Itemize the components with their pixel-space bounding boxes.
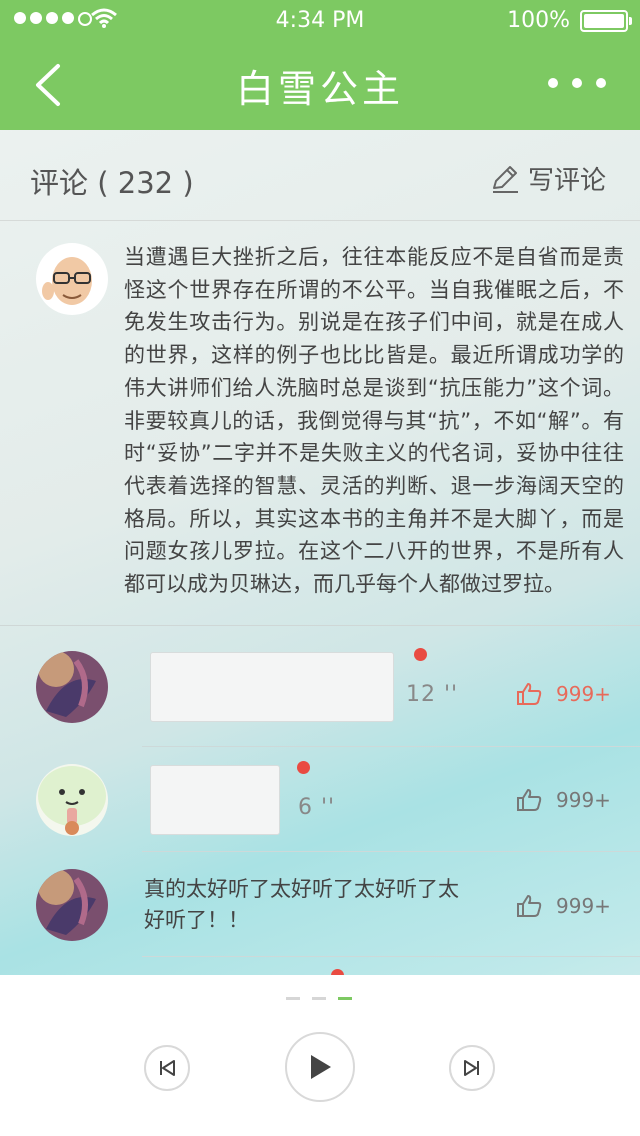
previous-track-button[interactable] — [144, 1045, 190, 1091]
avatar[interactable] — [36, 651, 108, 723]
like-count: 999+ — [556, 894, 611, 918]
like-button[interactable]: 999+ — [516, 682, 611, 706]
comment-count: 评论 ( 232 ) — [30, 166, 194, 200]
audio-player — [0, 975, 640, 1136]
avatar[interactable] — [36, 243, 108, 315]
comment-text: 真的太好听了太好听了太好听了太好听了！！ — [144, 877, 459, 932]
more-dot-icon — [572, 78, 582, 88]
like-button[interactable]: 999+ — [516, 894, 611, 918]
comment-item: 6 '' 999+ — [0, 747, 640, 852]
app-header: 4:34 PM 100% 白雪公主 — [0, 0, 640, 130]
like-button[interactable]: 999+ — [516, 788, 611, 812]
page-dot — [312, 997, 326, 1000]
page-indicator — [286, 997, 352, 1000]
comment-item: 12 '' 999+ — [0, 642, 640, 747]
divider — [142, 956, 640, 957]
avatar[interactable] — [36, 869, 108, 941]
thumbs-up-icon — [517, 683, 542, 705]
voice-message-bubble[interactable] — [150, 765, 280, 835]
unread-indicator — [414, 648, 427, 661]
featured-review: 当遭遇巨大挫折之后，往往本能反应不是自省而是责怪这个世界存在所谓的不公平。当自我… — [0, 221, 640, 626]
more-dot-icon — [596, 78, 606, 88]
battery-percentage: 100% — [507, 8, 570, 33]
write-comment-button[interactable]: 写评论 — [490, 160, 606, 197]
page-dot-active — [338, 997, 352, 1000]
more-options-button[interactable] — [548, 78, 606, 88]
voice-message-bubble[interactable] — [150, 652, 394, 722]
write-comment-label: 写评论 — [527, 166, 606, 196]
more-dot-icon — [548, 78, 558, 88]
next-track-button[interactable] — [449, 1045, 495, 1091]
voice-duration: 12 '' — [406, 682, 459, 707]
page-dot — [286, 997, 300, 1000]
skip-previous-icon — [160, 1060, 175, 1076]
play-button[interactable] — [285, 1032, 355, 1102]
battery-icon — [580, 10, 632, 32]
like-count: 999+ — [556, 788, 611, 812]
comments-header: 评论 ( 232 ) 写评论 — [0, 130, 640, 221]
status-bar: 4:34 PM 100% — [0, 0, 640, 40]
unread-indicator — [297, 761, 310, 774]
comment-item: 真的太好听了太好听了太好听了太好听了！！ 999+ — [0, 852, 640, 957]
avatar[interactable] — [36, 764, 108, 836]
voice-duration: 6 '' — [298, 795, 336, 820]
skip-next-icon — [464, 1060, 479, 1076]
review-text: 当遭遇巨大挫折之后，往往本能反应不是自省而是责怪这个世界存在所谓的不公平。当自我… — [124, 245, 624, 597]
thumbs-up-icon — [517, 789, 542, 811]
like-count: 999+ — [556, 682, 611, 706]
thumbs-up-icon — [517, 895, 542, 917]
play-icon — [311, 1055, 331, 1079]
page-title: 白雪公主 — [235, 67, 404, 111]
pencil-icon — [492, 165, 518, 193]
